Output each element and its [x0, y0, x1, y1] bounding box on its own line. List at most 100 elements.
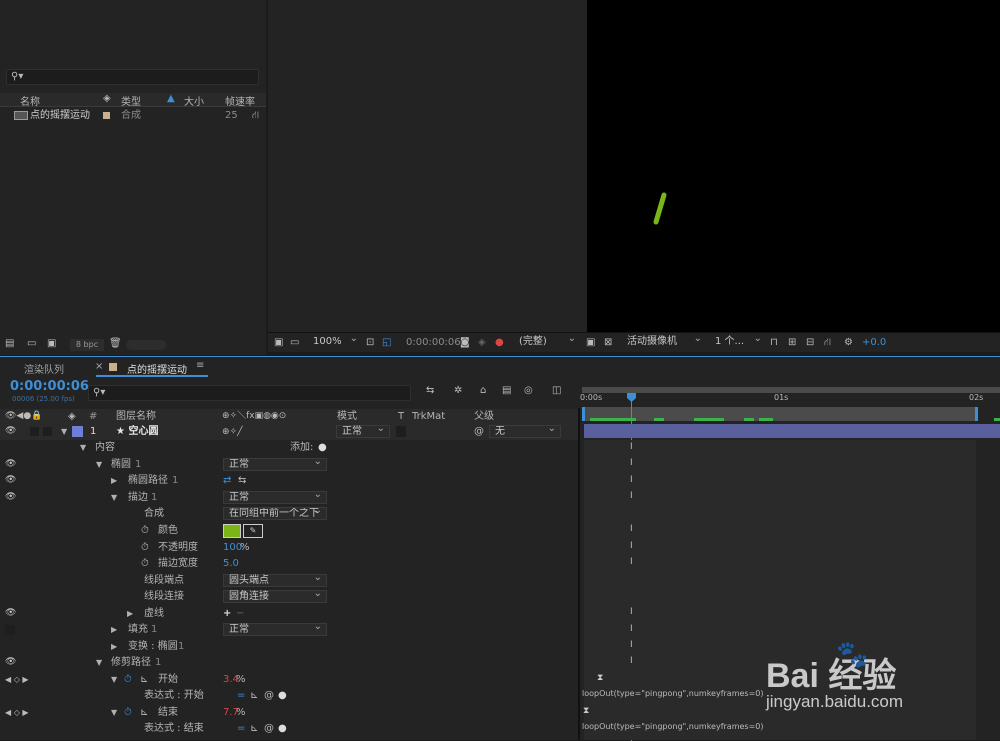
color-channels-icon[interactable]: ●	[495, 333, 504, 353]
close-tab-icon[interactable]: ×	[95, 361, 103, 372]
composite-row[interactable]: 合成 在同组中前一个之下	[0, 506, 578, 522]
stopwatch-active-icon[interactable]: ⏱	[124, 705, 132, 721]
col-trkmat[interactable]: TrkMat	[412, 409, 445, 424]
layer-bar[interactable]	[584, 424, 1000, 438]
mask-path-icon[interactable]: ◱	[382, 333, 391, 353]
monitor-icon[interactable]: ▭	[290, 333, 299, 353]
tab-render-queue[interactable]: 渲染队列	[24, 361, 64, 376]
expand-icon[interactable]: ▼	[96, 457, 102, 473]
snapshot-icon[interactable]: ◙	[460, 333, 470, 353]
project-search[interactable]: ⚲▾	[6, 69, 259, 85]
expand-icon[interactable]: ▶	[111, 622, 117, 638]
pickwhip-icon[interactable]: @	[474, 424, 484, 440]
path-direction-icon-2[interactable]: ⇆	[238, 473, 246, 489]
end-keyframe[interactable]: ⧗	[583, 706, 589, 716]
line-cap-row[interactable]: 线段端点 圆头端点	[0, 572, 578, 589]
stroke-width-value[interactable]: 5.0	[223, 556, 239, 572]
transform-row[interactable]: ▶ 变换 : 椭圆 1	[0, 639, 578, 655]
layer-switches[interactable]: ⊕✧╱	[222, 424, 243, 440]
ellipse-path-row[interactable]: 👁 ▶ 椭圆路径 1 ⇄ ⇆	[0, 473, 578, 489]
eye-icon[interactable]: 👁	[5, 476, 16, 485]
new-comp-icon[interactable]: ▣	[47, 338, 56, 349]
expr-pickwhip-icon[interactable]: @	[264, 721, 274, 737]
eye-icon[interactable]: 👁	[5, 609, 16, 618]
graph-icon[interactable]: ⊾	[140, 705, 148, 721]
add-label[interactable]: 添加:	[290, 440, 313, 456]
remove-dash-icon[interactable]: −	[236, 606, 244, 622]
expr-menu-icon[interactable]: ●	[278, 688, 287, 704]
color-swatch[interactable]	[223, 524, 241, 538]
eye-icon[interactable]: 👁	[5, 427, 16, 436]
line-join-row[interactable]: 线段连接 圆角连接	[0, 588, 578, 605]
layer-search[interactable]: ⚲▾	[88, 385, 411, 401]
stroke-width-row[interactable]: ⏱ 描边宽度 5.0	[0, 556, 578, 572]
col-type[interactable]: 类型	[121, 93, 141, 108]
stopwatch-icon[interactable]: ⏱	[141, 523, 149, 539]
camera-select[interactable]: 活动摄像机	[622, 333, 706, 349]
dashes-row[interactable]: 👁 ▶ 虚线 + −	[0, 606, 578, 622]
viewer-timecode[interactable]: 0:00:00:06	[406, 333, 461, 353]
new-folder-icon[interactable]: ▭	[27, 338, 36, 349]
add-dash-icon[interactable]: +	[223, 606, 231, 622]
expand-icon[interactable]: ▼	[80, 440, 86, 456]
col-layer-name[interactable]: 图层名称	[116, 409, 156, 424]
graph-editor-icon[interactable]: ◫	[552, 385, 561, 396]
expr-start-row[interactable]: 表达式 : 开始 = ⊾ @ ●	[0, 688, 578, 704]
stopwatch-icon[interactable]: ⏱	[141, 556, 149, 572]
line-cap-select[interactable]: 圆头端点	[223, 572, 327, 587]
expand-icon[interactable]: ▼	[96, 655, 102, 671]
footer-slider[interactable]	[126, 340, 166, 350]
trash-icon[interactable]: 🗑	[109, 338, 122, 349]
keyframe-nav-icon[interactable]: ◀ ◇ ▶	[5, 672, 29, 688]
color-row[interactable]: ⏱ 颜色 ✎	[0, 523, 578, 539]
flowchart-icon[interactable]: ⛙	[252, 108, 259, 123]
interpret-footage-icon[interactable]: ▤	[5, 338, 14, 349]
expand-icon[interactable]: ▼	[111, 705, 117, 721]
ellipse-mode-select[interactable]: 正常	[223, 456, 327, 471]
always-preview-icon[interactable]: ▣	[274, 333, 283, 353]
keyframe-nav-icon[interactable]: ◀ ◇ ▶	[5, 705, 29, 721]
line-join-select[interactable]: 圆角连接	[223, 588, 327, 603]
add-icon[interactable]: ●	[318, 440, 327, 456]
work-area-bar[interactable]	[582, 387, 1000, 393]
eye-icon[interactable]: 👁	[5, 460, 16, 469]
exposure-value[interactable]: +0.0	[862, 333, 886, 353]
expr-start-text[interactable]: loopOut(type="pingpong",numkeyframes=0)	[582, 689, 764, 698]
timeline-icon[interactable]: ⊟	[806, 333, 814, 353]
motion-blur-icon[interactable]: ◎	[524, 385, 533, 396]
zoom-select[interactable]: 100%	[308, 333, 362, 349]
expand-icon[interactable]: ▶	[127, 606, 133, 622]
eye-icon[interactable]: 👁	[5, 493, 16, 502]
layer-name[interactable]: ★ 空心圆	[116, 424, 158, 440]
draft-3d-icon[interactable]: ✲	[454, 385, 462, 396]
start-row[interactable]: ◀ ◇ ▶ ▼ ⏱ ⊾ 开始 3.4 %	[0, 672, 578, 688]
fill-row[interactable]: ▶ 填充 1 正常	[0, 621, 578, 638]
toggle-pixel-icon[interactable]: ⊓	[770, 333, 778, 353]
comp-canvas[interactable]	[587, 0, 1000, 332]
expr-end-text[interactable]: loopOut(type="pingpong",numkeyframes=0)	[582, 722, 764, 731]
expr-graph-icon[interactable]: ⊾	[250, 721, 258, 737]
exposure-icon[interactable]: ⚙	[844, 333, 853, 353]
end-row[interactable]: ◀ ◇ ▶ ▼ ⏱ ⊾ 结束 7.7 %	[0, 705, 578, 721]
bpc-button[interactable]: 8 bpc	[70, 339, 104, 351]
timeline-timecode[interactable]: 0:00:00:06	[10, 379, 89, 394]
layer-row[interactable]: 👁 ▼ 1 ★ 空心圆 ⊕✧╱ 正常 @ 无	[0, 423, 578, 440]
panel-menu-icon[interactable]: ≡	[196, 360, 204, 371]
col-fps[interactable]: 帧速率	[225, 93, 255, 108]
layer-mode-select[interactable]: 正常	[336, 423, 390, 438]
col-mode[interactable]: 模式	[337, 409, 357, 424]
safe-zones-icon[interactable]: ⊡	[366, 333, 374, 353]
path-direction-icon[interactable]: ⇄	[223, 473, 231, 489]
expand-icon[interactable]: ▼	[111, 490, 117, 506]
eye-off-box[interactable]	[5, 625, 15, 635]
shy-icon[interactable]: ⌂	[480, 385, 486, 396]
tab-comp[interactable]: 点的摇摆运动	[127, 361, 187, 376]
lock-box[interactable]	[43, 427, 52, 436]
opacity-row[interactable]: ⏱ 不透明度 100 %	[0, 540, 578, 556]
solo-box[interactable]	[30, 427, 39, 436]
views-select[interactable]: 1 个...	[710, 333, 766, 349]
col-parent[interactable]: 父级	[474, 409, 494, 424]
stopwatch-icon[interactable]: ⏱	[141, 540, 149, 556]
trkmat-box[interactable]	[396, 426, 406, 437]
divider[interactable]	[578, 408, 580, 740]
